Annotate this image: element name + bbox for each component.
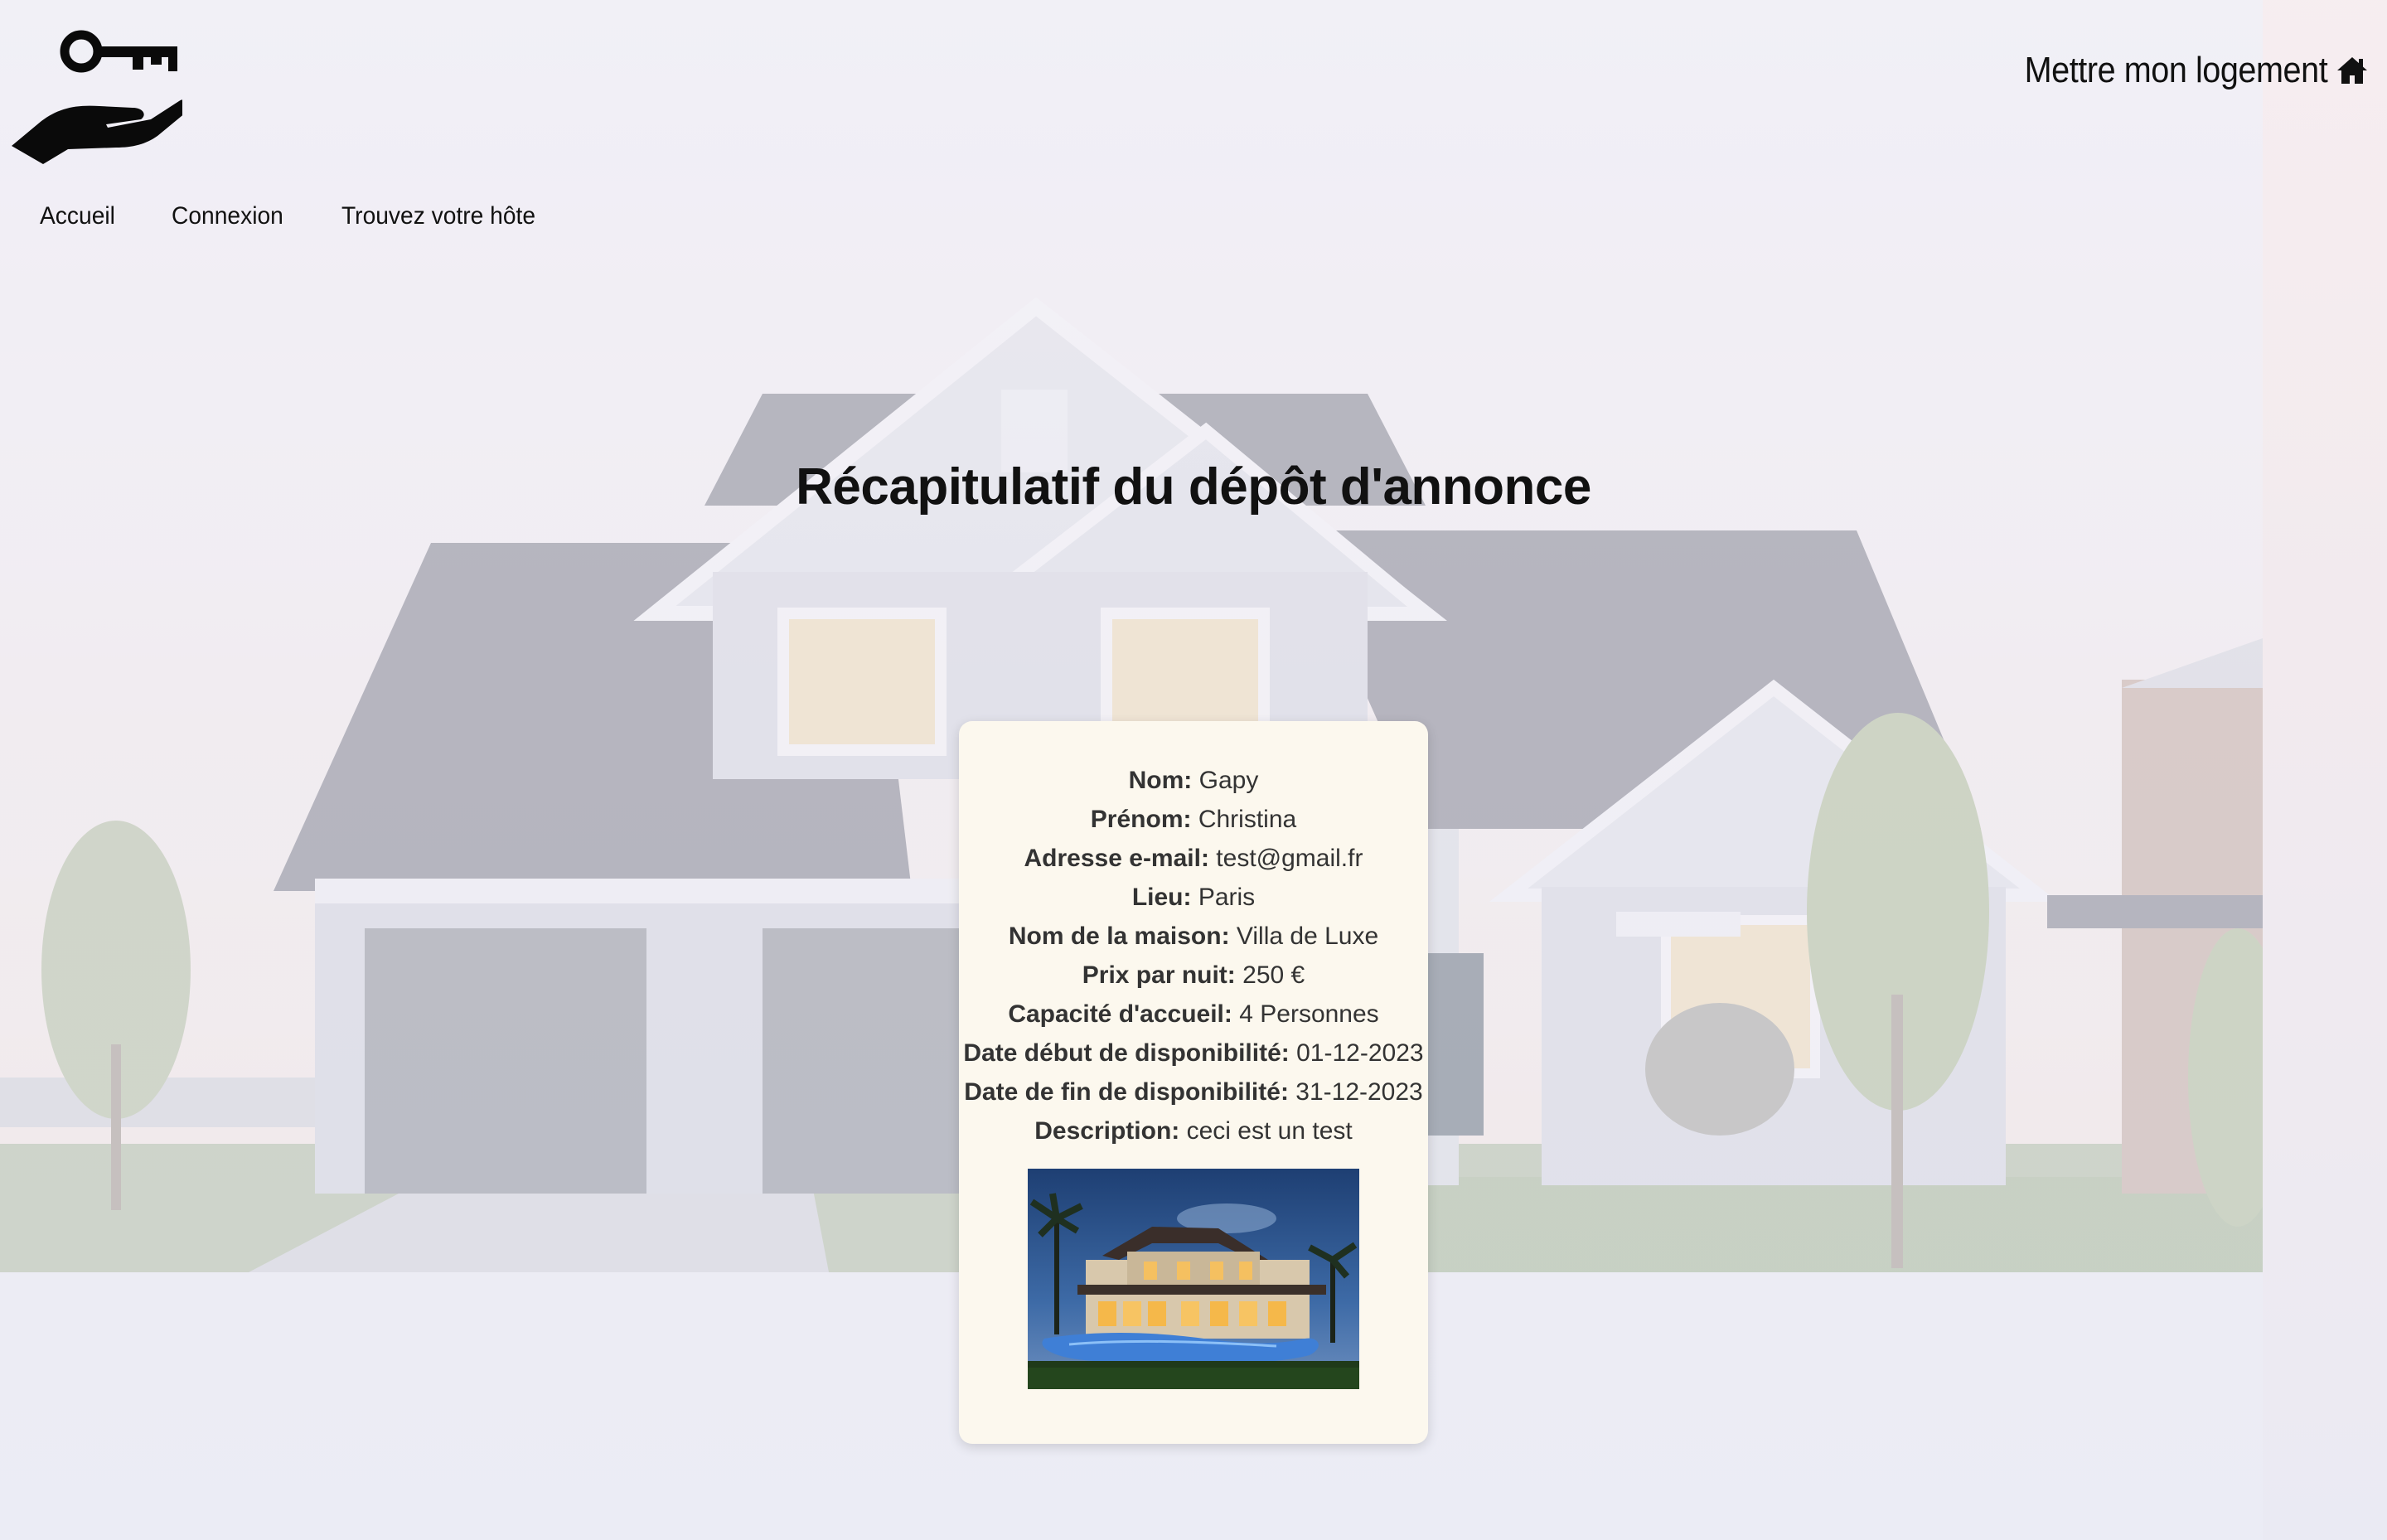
summary-label: Description:	[1034, 1117, 1180, 1145]
summary-value: test@gmail.fr	[1216, 845, 1363, 872]
summary-row-date-debut: Date début de disponibilité: 01-12-2023	[959, 1034, 1428, 1073]
summary-row-nom: Nom: Gapy	[959, 761, 1428, 800]
nav-item-trouvez-votre-hote[interactable]: Trouvez votre hôte	[341, 202, 535, 230]
summary-row-email: Adresse e-mail: test@gmail.fr	[959, 839, 1428, 878]
summary-label: Capacité d'accueil:	[1008, 1000, 1232, 1028]
summary-value: 250 €	[1242, 961, 1305, 989]
key-in-hand-icon	[12, 30, 189, 164]
summary-label: Date de fin de disponibilité:	[964, 1078, 1289, 1106]
summary-value: 31-12-2023	[1295, 1078, 1423, 1106]
main-nav: Accueil Connexion Trouvez votre hôte	[40, 202, 548, 230]
summary-row-nom-maison: Nom de la maison: Villa de Luxe	[959, 917, 1428, 956]
summary-row-prix: Prix par nuit: 250 €	[959, 956, 1428, 995]
page-title: Récapitulatif du dépôt d'annonce	[796, 458, 1591, 516]
list-my-property-label: Mettre mon logement	[2024, 50, 2327, 90]
summary-value: 01-12-2023	[1296, 1039, 1424, 1067]
listing-summary-card: Nom: Gapy Prénom: Christina Adresse e-ma…	[959, 721, 1428, 1444]
summary-value: 4 Personnes	[1239, 1000, 1379, 1028]
summary-row-date-fin: Date de fin de disponibilité: 31-12-2023	[959, 1073, 1428, 1111]
summary-label: Nom de la maison:	[1008, 923, 1230, 950]
summary-label: Adresse e-mail:	[1024, 845, 1209, 872]
summary-row-capacite: Capacité d'accueil: 4 Personnes	[959, 995, 1428, 1034]
nav-item-connexion[interactable]: Connexion	[172, 202, 283, 230]
summary-label: Date début de disponibilité:	[963, 1039, 1290, 1067]
nav-item-accueil[interactable]: Accueil	[40, 202, 115, 230]
summary-label: Lieu:	[1131, 884, 1192, 911]
page: Mettre mon logement Accueil Connexion Tr…	[0, 0, 2387, 1540]
summary-value: Christina	[1198, 806, 1297, 833]
summary-rows: Nom: Gapy Prénom: Christina Adresse e-ma…	[959, 761, 1428, 1150]
summary-value: Gapy	[1198, 767, 1259, 794]
list-my-property-link[interactable]: Mettre mon logement	[1991, 50, 2370, 91]
summary-label: Prénom:	[1090, 806, 1192, 833]
logo[interactable]	[8, 22, 189, 171]
summary-label: Nom:	[1128, 767, 1193, 794]
summary-value: ceci est un test	[1186, 1117, 1353, 1145]
listing-photo	[1028, 1169, 1359, 1389]
summary-row-description: Description: ceci est un test	[959, 1111, 1428, 1150]
summary-row-lieu: Lieu: Paris	[959, 878, 1428, 917]
home-icon	[2337, 57, 2367, 84]
summary-label: Prix par nuit:	[1082, 961, 1236, 989]
summary-row-prenom: Prénom: Christina	[959, 800, 1428, 839]
summary-value: Paris	[1198, 884, 1256, 911]
summary-value: Villa de Luxe	[1236, 923, 1379, 950]
